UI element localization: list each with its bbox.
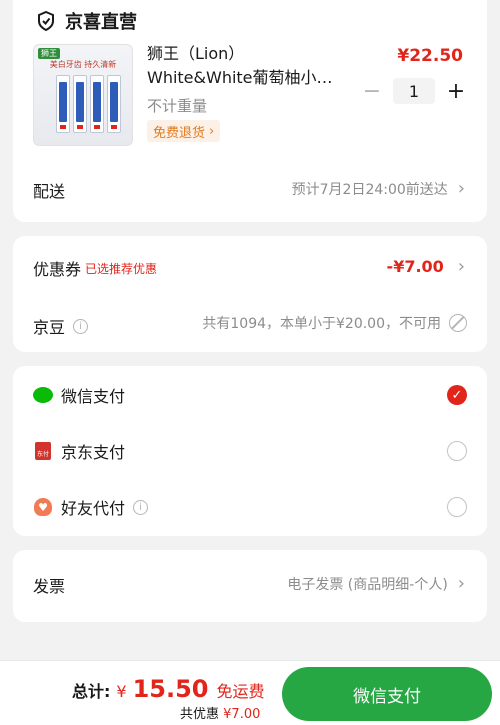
radio-unchecked-icon[interactable] [447,497,467,517]
saved-label: 共优惠 [180,707,220,722]
store-name: 京喜直营 [65,12,137,33]
wechat-pay-button[interactable]: 微信支付 [282,667,492,721]
chevron-right-icon: › [209,123,215,139]
total-amount: 15.50 [132,675,209,703]
payment-option-jdpay[interactable]: 东付 京东支付 [33,437,467,465]
coupon-value[interactable]: -¥7.00 › [387,256,465,277]
info-icon[interactable]: i [133,499,149,515]
product-price: ¥22.50 [397,46,463,66]
free-return-label: 免费退货 [153,125,206,141]
payment-option-friend[interactable]: ♥ 好友代付 i [33,493,467,521]
total-summary: 总计: ¥15.50 免运费 [72,675,265,703]
product-spec: 不计重量 [147,97,208,115]
chevron-right-icon: › [457,573,465,594]
payment-option-label: 好友代付 [61,499,126,518]
jingdou-row: 京豆 i [33,314,89,338]
free-shipping-label: 免运费 [216,682,265,701]
shield-check-icon [38,11,54,31]
toothpaste-tube-graphic [107,75,121,133]
product-image[interactable]: 狮王 美白牙齿 持久清新 [33,44,133,146]
quantity-input[interactable]: 1 [393,78,435,104]
toothpaste-tube-graphic [90,75,104,133]
toothpaste-tube-graphic [56,75,70,133]
checkout-bar: 总计: ¥15.50 免运费 共优惠 ¥7.00 微信支付 [0,660,500,725]
total-currency: ¥ [116,682,127,701]
payment-option-label: 微信支付 [61,387,126,406]
jingdou-value: 共有1094，本单小于¥20.00，不可用 [202,313,467,333]
jingdou-label: 京豆 [33,318,66,337]
order-item-card: 京喜直营 狮王 美白牙齿 持久清新 狮王（Lion） White&White葡萄… [13,0,487,222]
product-title-line2: White&White葡萄柚小… [147,68,333,87]
coupon-row[interactable]: 优惠券 已选推荐优惠 [33,256,157,280]
product-title-line1: 狮王（Lion） [147,44,245,63]
radio-unchecked-icon[interactable] [447,441,467,461]
payment-method-card: 微信支付 ✓ 东付 京东支付 ♥ 好友代付 i [13,366,487,536]
saved-amount: ¥7.00 [223,707,261,722]
coupon-label: 优惠券 [33,260,82,279]
invoice-value: 电子发票 (商品明细-个人) [287,576,448,593]
info-icon[interactable]: i [73,318,89,334]
product-image-slogan: 美白牙齿 持久清新 [49,60,117,69]
chevron-right-icon: › [457,178,465,199]
shipping-eta: 预计7月2日24:00前送达 [291,181,448,198]
chevron-right-icon: › [457,256,465,277]
coupon-amount: -¥7.00 [386,257,444,276]
radio-checked-icon[interactable]: ✓ [447,385,467,405]
shipping-row[interactable]: 预计7月2日24:00前送达 › [292,178,465,199]
increase-quantity-button[interactable]: + [445,79,467,104]
disabled-icon [449,314,467,332]
payment-option-wechat[interactable]: 微信支付 ✓ [33,381,467,409]
store-header[interactable]: 京喜直营 [37,8,137,34]
toothpaste-tube-graphic [73,75,87,133]
invoice-label: 发票 [33,577,66,596]
friend-pay-icon: ♥ [33,497,53,517]
jd-pay-icon: 东付 [33,441,53,461]
saved-summary: 共优惠 ¥7.00 [180,703,260,722]
product-image-brand: 狮王 [38,48,60,59]
payment-option-label: 京东支付 [61,443,126,462]
payment-option-label-wrap: 好友代付 i [61,495,447,519]
invoice-card[interactable]: 发票 电子发票 (商品明细-个人) › [13,550,487,622]
total-label: 总计: [72,682,111,701]
decrease-quantity-button[interactable]: − [361,79,383,104]
invoice-value-row[interactable]: 电子发票 (商品明细-个人) › [287,573,465,594]
jingdou-info: 共有1094，本单小于¥20.00，不可用 [202,316,441,332]
discount-card: 优惠券 已选推荐优惠 -¥7.00 › 京豆 i 共有1094，本单小于¥20.… [13,236,487,352]
shipping-label: 配送 [33,182,66,201]
wechat-pay-icon [33,385,53,405]
coupon-hint: 已选推荐优惠 [85,261,158,276]
quantity-stepper: − 1 + [361,78,467,104]
product-title[interactable]: 狮王（Lion） White&White葡萄柚小… [147,42,347,90]
free-return-badge[interactable]: 免费退货 › [147,120,221,142]
